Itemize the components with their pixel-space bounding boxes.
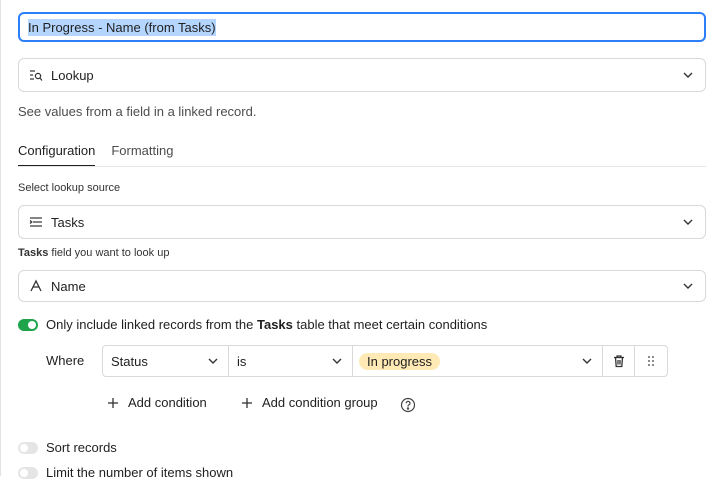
conditions-text-after: table that meet certain conditions (292, 317, 488, 332)
conditions-toggle-label: Only include linked records from the Tas… (46, 317, 487, 332)
add-condition-label: Add condition (128, 395, 207, 410)
lookup-field-select[interactable]: Name (18, 270, 706, 302)
chevron-down-icon (208, 358, 218, 364)
field-type-select[interactable]: Lookup (18, 58, 706, 92)
plus-icon (242, 397, 252, 408)
add-condition-group-label: Add condition group (262, 395, 378, 410)
conditions-toggle-row: Only include linked records from the Tas… (18, 317, 487, 332)
add-condition-group-button[interactable]: Add condition group (240, 395, 378, 410)
lookup-field-label-table: Tasks (18, 247, 49, 259)
field-name-value[interactable]: In Progress - Name (from Tasks) (28, 18, 216, 36)
sort-records-label: Sort records (46, 440, 117, 455)
lookup-field-label-text: field you want to look up (48, 247, 170, 259)
sort-toggle-row: Sort records (18, 440, 117, 455)
condition-field-select[interactable]: Status (103, 346, 229, 376)
panel-left-border (0, 0, 1, 476)
field-name-input[interactable]: In Progress - Name (from Tasks) (18, 12, 706, 42)
condition-field-value: Status (111, 353, 148, 369)
lookup-source-value: Tasks (51, 214, 85, 230)
lookup-source-select[interactable]: Tasks (18, 205, 706, 239)
chevron-down-icon (683, 219, 693, 225)
status-option-pill: In progress (359, 352, 441, 370)
lookup-source-label: Select lookup source (18, 182, 121, 194)
drag-handle[interactable] (635, 346, 667, 376)
limit-items-toggle[interactable] (18, 466, 38, 479)
chevron-down-icon (683, 72, 693, 78)
linked-table-icon (29, 215, 43, 229)
condition-operator-select[interactable]: is (229, 346, 353, 376)
lookup-field-value: Name (51, 278, 86, 294)
condition-row: Status is In progress (102, 345, 668, 377)
help-icon[interactable] (400, 397, 416, 416)
lookup-field-label: Tasks field you want to look up (18, 247, 169, 259)
conditions-text-before: Only include linked records from the (46, 317, 257, 332)
condition-operator-value: is (237, 353, 247, 369)
plus-icon (108, 397, 118, 408)
chevron-down-icon (582, 358, 592, 364)
add-condition-button[interactable]: Add condition (106, 395, 207, 410)
conditions-text-table: Tasks (256, 317, 293, 332)
sort-records-toggle[interactable] (18, 441, 38, 454)
delete-condition-button[interactable] (603, 346, 635, 376)
where-label: Where (46, 353, 85, 368)
limit-items-label: Limit the number of items shown (46, 465, 234, 480)
tabs-divider (18, 166, 706, 167)
settings-tabs: Configuration Formatting (18, 141, 189, 167)
drag-handle-icon (648, 356, 654, 366)
trash-icon (613, 355, 624, 368)
tab-configuration[interactable]: Configuration (18, 141, 96, 167)
chevron-down-icon (683, 283, 693, 289)
field-type-description: See values from a field in a linked reco… (18, 104, 257, 119)
text-field-icon (29, 279, 43, 293)
limit-toggle-row: Limit the number of items shown (18, 465, 233, 480)
lookup-icon (29, 68, 43, 82)
tab-formatting[interactable]: Formatting (111, 141, 173, 167)
condition-value-select[interactable]: In progress (353, 346, 603, 376)
field-type-label: Lookup (51, 67, 94, 83)
conditions-toggle[interactable] (18, 318, 38, 331)
chevron-down-icon (332, 358, 342, 364)
